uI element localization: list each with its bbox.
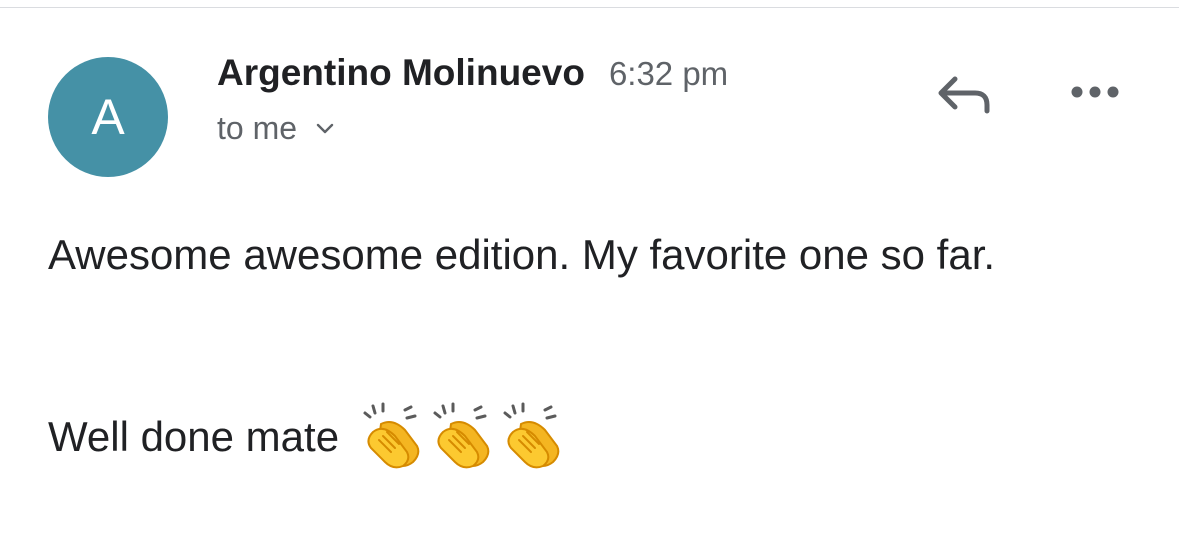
clap-emoji-group [359,402,569,470]
email-message-view: A Argentino Molinuevo 6:32 pm to me Awes… [0,0,1179,557]
clapping-hands-icon [433,402,490,469]
sender-avatar[interactable]: A [48,57,168,177]
clapping-hands-icon [503,402,560,469]
message-body: Awesome awesome edition. My favorite one… [48,224,1138,285]
message-signoff: Well done mate [48,402,569,470]
reply-button[interactable] [928,66,998,126]
message-header: Argentino Molinuevo 6:32 pm to me [217,52,728,147]
message-paragraph: Awesome awesome edition. My favorite one… [48,231,996,278]
chevron-down-icon [315,122,335,136]
avatar-letter: A [91,89,125,145]
recipient-label: to me [217,110,298,146]
recipient-toggle[interactable]: to me [217,110,728,147]
message-time: 6:32 pm [608,55,729,92]
signoff-text: Well done mate [48,412,340,460]
clapping-hands-icon [363,402,420,469]
sender-name[interactable]: Argentino Molinuevo [217,52,585,94]
reply-arrow-icon [933,69,993,124]
top-divider [0,7,1179,8]
more-horizontal-icon [1067,84,1123,105]
more-options-button[interactable] [1060,72,1130,116]
sender-line: Argentino Molinuevo 6:32 pm [217,52,728,94]
